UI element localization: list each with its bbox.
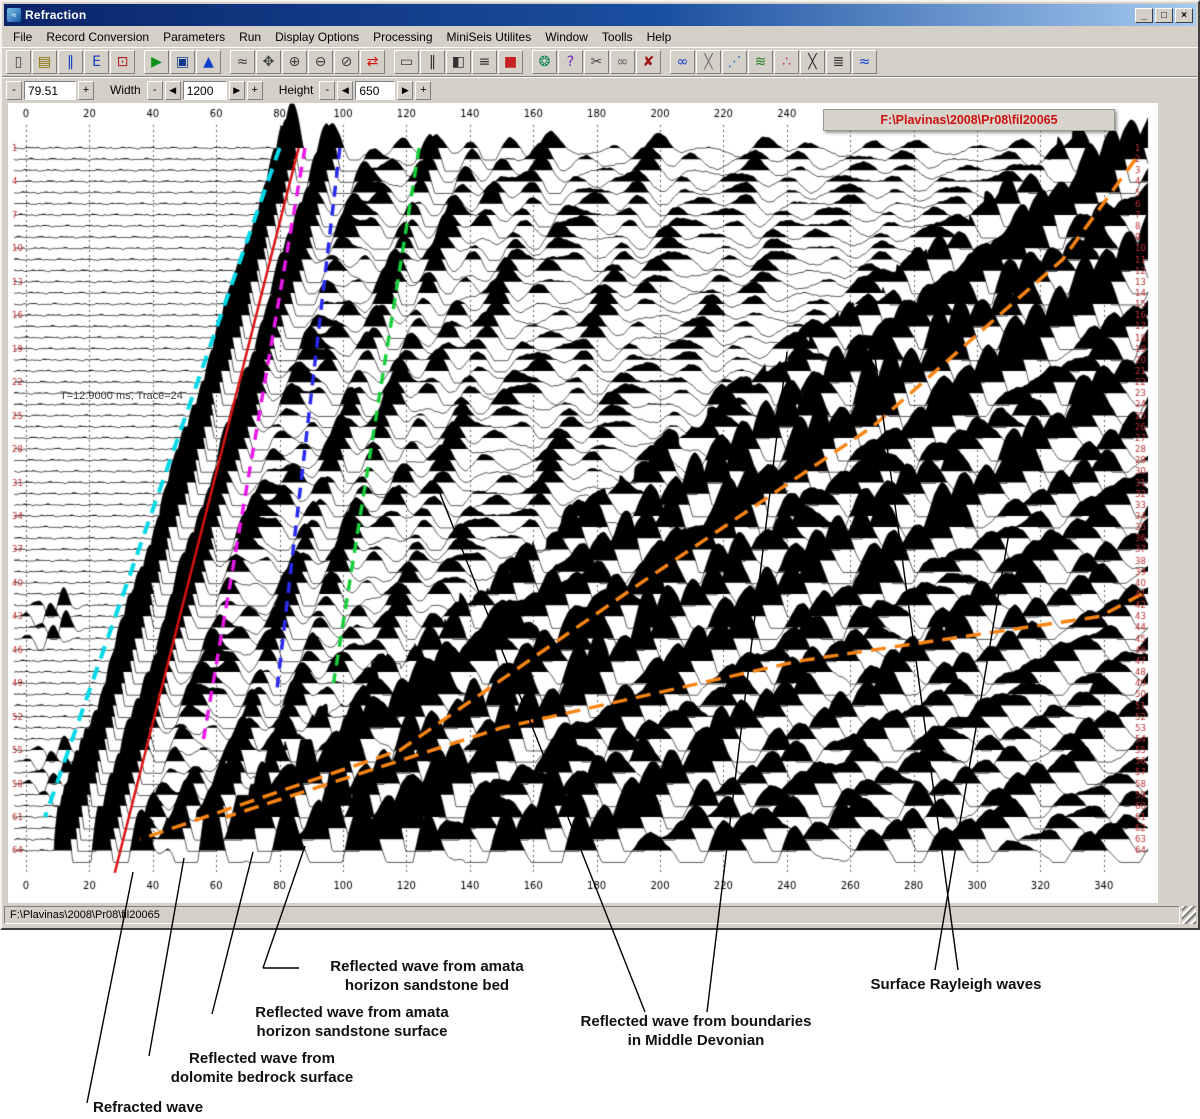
menubar: FileRecord ConversionParametersRunDispla… <box>2 26 1198 47</box>
menu-file[interactable]: File <box>6 28 39 46</box>
toolbar-separator <box>524 50 531 74</box>
menu-toolls[interactable]: Toolls <box>595 28 640 46</box>
toolbar-separator <box>386 50 393 74</box>
annotation-rayleigh: Surface Rayleigh waves <box>871 975 1042 994</box>
binoculars-icon[interactable]: ∞ <box>610 50 635 74</box>
levels-icon[interactable]: ≣ <box>826 50 851 74</box>
cut-icon[interactable]: ✂ <box>584 50 609 74</box>
menu-miniseis-utilites[interactable]: MiniSeis Utilites <box>440 28 539 46</box>
app-window: ≈ Refraction _ □ × FileRecord Conversion… <box>0 0 1200 930</box>
height-decrease-button[interactable]: - <box>319 81 335 100</box>
menu-processing[interactable]: Processing <box>366 28 439 46</box>
toolbar-separator <box>222 50 229 74</box>
close-button[interactable]: × <box>1175 8 1193 23</box>
red-square-icon[interactable]: ■ <box>498 50 523 74</box>
pause-display-icon[interactable]: ‖ <box>420 50 445 74</box>
seismogram-canvas[interactable] <box>8 103 1158 903</box>
menu-window[interactable]: Window <box>538 28 595 46</box>
peak-display-icon[interactable]: ▲ <box>196 50 221 74</box>
velocity-lines-icon[interactable]: ⋰ <box>722 50 747 74</box>
width-decrease-button[interactable]: - <box>147 81 163 100</box>
menu-run[interactable]: Run <box>232 28 268 46</box>
toolbar-separator <box>662 50 669 74</box>
rect-window-icon[interactable]: ▭ <box>394 50 419 74</box>
gain-value[interactable]: 79.51 <box>24 81 76 100</box>
page: ≈ Refraction _ □ × FileRecord Conversion… <box>0 0 1200 1119</box>
height-step-left-button[interactable]: ◀ <box>337 81 353 100</box>
annotation-amata-bed: Reflected wave from amatahorizon sandsto… <box>330 957 523 995</box>
normalize-icon[interactable]: ≡ <box>472 50 497 74</box>
status-bar: F:\Plavinas\2008\Pr08\fil20065 <box>2 904 1198 926</box>
zoom-in-icon[interactable]: ⊕ <box>282 50 307 74</box>
open-folder-icon[interactable]: ▤ <box>32 50 57 74</box>
glasses-icon[interactable]: ∞ <box>670 50 695 74</box>
width-step-right-button[interactable]: ▶ <box>229 81 245 100</box>
gain-increase-button[interactable]: + <box>78 81 94 100</box>
menu-parameters[interactable]: Parameters <box>156 28 232 46</box>
toolbar: ▯▤‖E⊡▶▣▲≈✥⊕⊖⊘⇄▭‖◧≡■❂?✂∞✘∞╳⋰≋∴╳≣≈ <box>2 47 1198 77</box>
zoom-out-icon[interactable]: ⊖ <box>308 50 333 74</box>
toolbar-separator <box>136 50 143 74</box>
zoom-reset-icon[interactable]: ⊘ <box>334 50 359 74</box>
annotation-refracted: Refracted wave <box>93 1098 203 1117</box>
gain-decrease-button[interactable]: - <box>6 81 22 100</box>
menu-display-options[interactable]: Display Options <box>268 28 366 46</box>
pause-record-icon[interactable]: ‖ <box>58 50 83 74</box>
spectrum-icon[interactable]: ≈ <box>852 50 877 74</box>
crossing-traces-icon[interactable]: ╳ <box>696 50 721 74</box>
height-label: Height <box>279 83 314 97</box>
help-icon[interactable]: ? <box>558 50 583 74</box>
params-bar: - 79.51 + Width - ◀ 1200 ▶ + Height - ◀ … <box>2 77 1198 102</box>
maximize-button[interactable]: □ <box>1155 8 1173 23</box>
annotation-middle-devonian: Reflected wave from boundariesin Middle … <box>581 1012 812 1050</box>
cross-picks-icon[interactable]: ╳ <box>800 50 825 74</box>
edit-e-icon[interactable]: E <box>84 50 109 74</box>
width-label: Width <box>110 83 141 97</box>
scatter-curve-icon[interactable]: ∴ <box>774 50 799 74</box>
app-icon: ≈ <box>7 8 21 22</box>
titlebar[interactable]: ≈ Refraction _ □ × <box>4 4 1196 26</box>
menu-help[interactable]: Help <box>640 28 679 46</box>
annotation-amata-surface: Reflected wave from amatahorizon sandsto… <box>255 1003 448 1041</box>
play-icon[interactable]: ▶ <box>144 50 169 74</box>
contrast-icon[interactable]: ◧ <box>446 50 471 74</box>
hodograph-icon[interactable]: ≋ <box>748 50 773 74</box>
width-increase-button[interactable]: + <box>247 81 263 100</box>
wiggle-display-icon[interactable]: ≈ <box>230 50 255 74</box>
width-value[interactable]: 1200 <box>183 81 227 100</box>
width-step-left-button[interactable]: ◀ <box>165 81 181 100</box>
status-text: F:\Plavinas\2008\Pr08\fil20065 <box>4 906 1180 924</box>
window-title: Refraction <box>25 8 86 22</box>
height-value[interactable]: 650 <box>355 81 395 100</box>
new-file-icon[interactable]: ▯ <box>6 50 31 74</box>
delete-pick-icon[interactable]: ✘ <box>636 50 661 74</box>
menu-record-conversion[interactable]: Record Conversion <box>39 28 156 46</box>
stop-icon[interactable]: ▣ <box>170 50 195 74</box>
plot-area: F:\Plavinas\2008\Pr08\fil20065 T=12.9000… <box>2 102 1198 904</box>
resize-grip[interactable] <box>1182 906 1196 924</box>
swap-arrows-icon[interactable]: ⇄ <box>360 50 385 74</box>
height-increase-button[interactable]: + <box>415 81 431 100</box>
pan-hand-icon[interactable]: ✥ <box>256 50 281 74</box>
height-step-right-button[interactable]: ▶ <box>397 81 413 100</box>
cursor-readout: T=12.9000 ms, Trace=24 <box>60 390 183 402</box>
annotation-dolomite: Reflected wave fromdolomite bedrock surf… <box>171 1049 354 1087</box>
file-label: F:\Plavinas\2008\Pr08\fil20065 <box>823 109 1115 131</box>
minimize-button[interactable]: _ <box>1135 8 1153 23</box>
export-record-icon[interactable]: ⊡ <box>110 50 135 74</box>
globe-icon[interactable]: ❂ <box>532 50 557 74</box>
